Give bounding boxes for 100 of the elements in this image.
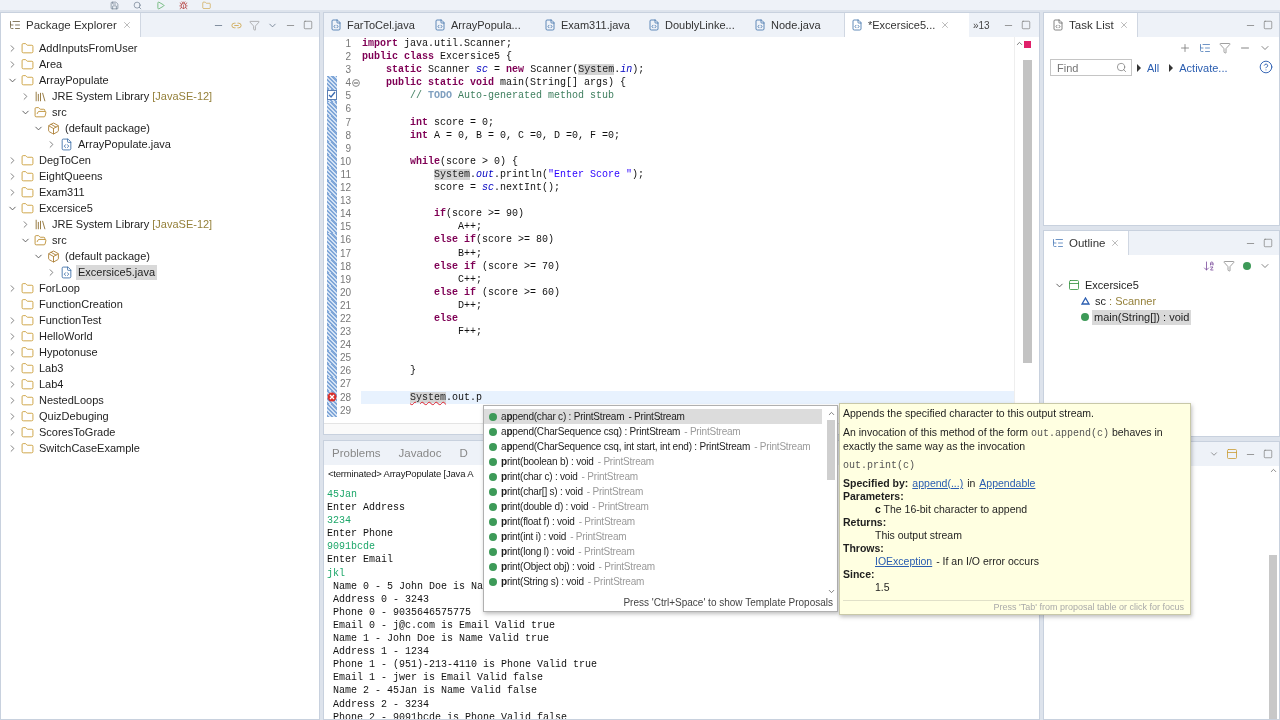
tree-item[interactable]: SwitchCaseExample (37, 440, 142, 456)
tree-item[interactable]: ForLoop (37, 280, 82, 296)
view-tab[interactable]: Package Explorer (1, 13, 141, 37)
tree-item[interactable]: FunctionTest (37, 312, 104, 328)
doc-text: c The 16-bit character to append (875, 503, 1028, 516)
line-number: 16 (338, 233, 351, 247)
editor-tab[interactable]: ArrayPopula... (428, 13, 538, 37)
editor-tab[interactable]: Node.java (748, 13, 844, 37)
folder-icon (21, 345, 34, 359)
doc-link[interactable]: Appendable (979, 477, 1036, 490)
chevron-down-icon[interactable] (826, 587, 836, 596)
tree-item[interactable]: Exam311 (37, 184, 87, 200)
maximize-icon[interactable] (1263, 238, 1273, 248)
filter-icon[interactable] (1219, 42, 1231, 54)
bug-icon[interactable] (179, 1, 188, 10)
console-line: Email 1 - jwer is Email Valid false (332, 671, 544, 685)
new-window-icon[interactable] (1226, 448, 1238, 460)
proposal-item[interactable]: append(char c) : PrintStream - PrintStream (484, 409, 822, 424)
line-number: 10 (338, 154, 351, 168)
view-tab[interactable]: Task List (1044, 13, 1138, 37)
proposal-item[interactable]: print(long l) : void - PrintStream (484, 544, 822, 559)
find-field[interactable]: Find (1050, 59, 1132, 76)
close-icon[interactable] (1110, 238, 1121, 248)
tree-item[interactable]: Area (37, 56, 65, 72)
play-icon[interactable] (156, 1, 165, 10)
line-number: 21 (338, 298, 351, 312)
chevron-up-icon[interactable] (826, 409, 836, 418)
collapse-icon[interactable] (352, 78, 360, 87)
filter-icon[interactable] (1223, 260, 1235, 272)
proposal-item[interactable]: print(char[] s) : void - PrintStream (484, 484, 822, 499)
line-number: 22 (338, 311, 351, 326)
folder-icon[interactable] (202, 1, 211, 10)
proposal-item[interactable]: append(CharSequence csq, int start, int end) : PrintStream - PrintStream (484, 439, 822, 454)
new-task-icon[interactable] (1179, 42, 1191, 54)
tree-item[interactable]: FunctionCreation (37, 296, 125, 312)
tree-item[interactable]: src (50, 104, 69, 120)
proposal-item[interactable]: append(CharSequence csq) : PrintStream - PrintStream (484, 424, 822, 439)
tree-item[interactable]: ArrayPopulate.java (76, 136, 173, 152)
tree-item[interactable]: sc : Scanner (1093, 293, 1159, 309)
filter-icon[interactable] (249, 19, 260, 31)
maximize-icon[interactable] (1263, 449, 1273, 459)
tree-item[interactable]: JRE System Library [JavaSE-12] (50, 88, 215, 104)
tree-icon[interactable] (1199, 42, 1211, 54)
doc-link[interactable]: IOException (875, 555, 933, 568)
link-button[interactable]: Activate... (1169, 61, 1228, 74)
tree-item[interactable]: Hypotonuse (37, 344, 100, 360)
link-button[interactable]: All (1137, 61, 1160, 74)
maximize-icon[interactable] (303, 20, 313, 30)
proposal-item[interactable]: print(Object obj) : void - PrintStream (484, 559, 822, 574)
maximize-icon[interactable] (1021, 20, 1031, 30)
tree-item[interactable]: DegToCen (37, 152, 93, 168)
tree-item[interactable]: (default package) (63, 248, 152, 264)
tree-item[interactable]: Lab4 (37, 376, 66, 392)
editor-tab[interactable]: DoublyLinke... (642, 13, 748, 37)
folder-icon (21, 57, 34, 71)
tree-item[interactable]: EightQueens (37, 168, 105, 184)
tree-item[interactable]: ScoresToGrade (37, 424, 118, 440)
tree-item[interactable]: HelloWorld (37, 328, 95, 344)
proposal-item[interactable]: print(char c) : void - PrintStream (484, 469, 822, 484)
chevron-up-icon[interactable] (1015, 39, 1024, 48)
close-icon[interactable] (1118, 20, 1129, 30)
tree-item[interactable]: Excersice5 (37, 200, 95, 216)
tree-item[interactable]: Lab3 (37, 360, 66, 376)
search-icon[interactable] (133, 1, 142, 10)
help-icon[interactable] (1259, 59, 1273, 74)
tree-item[interactable]: Excersice5 (1083, 277, 1141, 293)
close-icon[interactable] (121, 20, 132, 30)
view-tab[interactable]: Outline (1044, 231, 1130, 255)
close-icon[interactable] (940, 20, 951, 30)
sort-icon[interactable] (1203, 260, 1215, 272)
proposal-item[interactable]: print(String s) : void - PrintStream (484, 574, 822, 589)
scrollbar-thumb[interactable] (1269, 555, 1277, 719)
scrollbar-thumb[interactable] (827, 420, 835, 480)
proposal-item[interactable]: print(int i) : void - PrintStream (484, 529, 822, 544)
tree-item[interactable]: NestedLoops (37, 392, 106, 408)
editor-tab[interactable]: FarToCel.java (324, 13, 428, 37)
method-icon[interactable] (1243, 262, 1251, 270)
tree-item[interactable]: JRE System Library [JavaSE-12] (50, 216, 215, 232)
proposal-item[interactable]: print(double d) : void - PrintStream (484, 499, 822, 514)
overflow-indicator[interactable]: »13 (973, 19, 990, 31)
maximize-icon[interactable] (1263, 20, 1273, 30)
chevron-up-icon[interactable] (1268, 466, 1278, 475)
editor-tab[interactable]: Exam311.java (538, 13, 642, 37)
tree-item[interactable]: Excersice5.java (76, 264, 158, 280)
tree-item[interactable]: (default package) (63, 120, 152, 136)
folder-icon (21, 393, 34, 407)
chevron-down-icon[interactable] (1209, 449, 1219, 459)
tree-item[interactable]: main(String[]) : void (1092, 309, 1192, 325)
tree-item[interactable]: src (50, 232, 69, 248)
tree-item[interactable]: ArrayPopulate (37, 72, 111, 88)
proposal-item[interactable]: print(float f) : void - PrintStream (484, 514, 822, 529)
doc-link[interactable]: append(...) (912, 477, 964, 490)
editor-tab[interactable]: *Excersice5... (844, 13, 969, 37)
console-line: Enter Address (326, 501, 405, 515)
folder-icon (21, 409, 34, 423)
proposal-item[interactable]: print(boolean b) : void - PrintStream (484, 454, 822, 469)
line-number: 2 (344, 50, 351, 64)
tree-item[interactable]: AddInputsFromUser (37, 40, 140, 56)
save-icon[interactable] (110, 1, 119, 10)
tree-item[interactable]: QuizDebuging (37, 408, 111, 424)
